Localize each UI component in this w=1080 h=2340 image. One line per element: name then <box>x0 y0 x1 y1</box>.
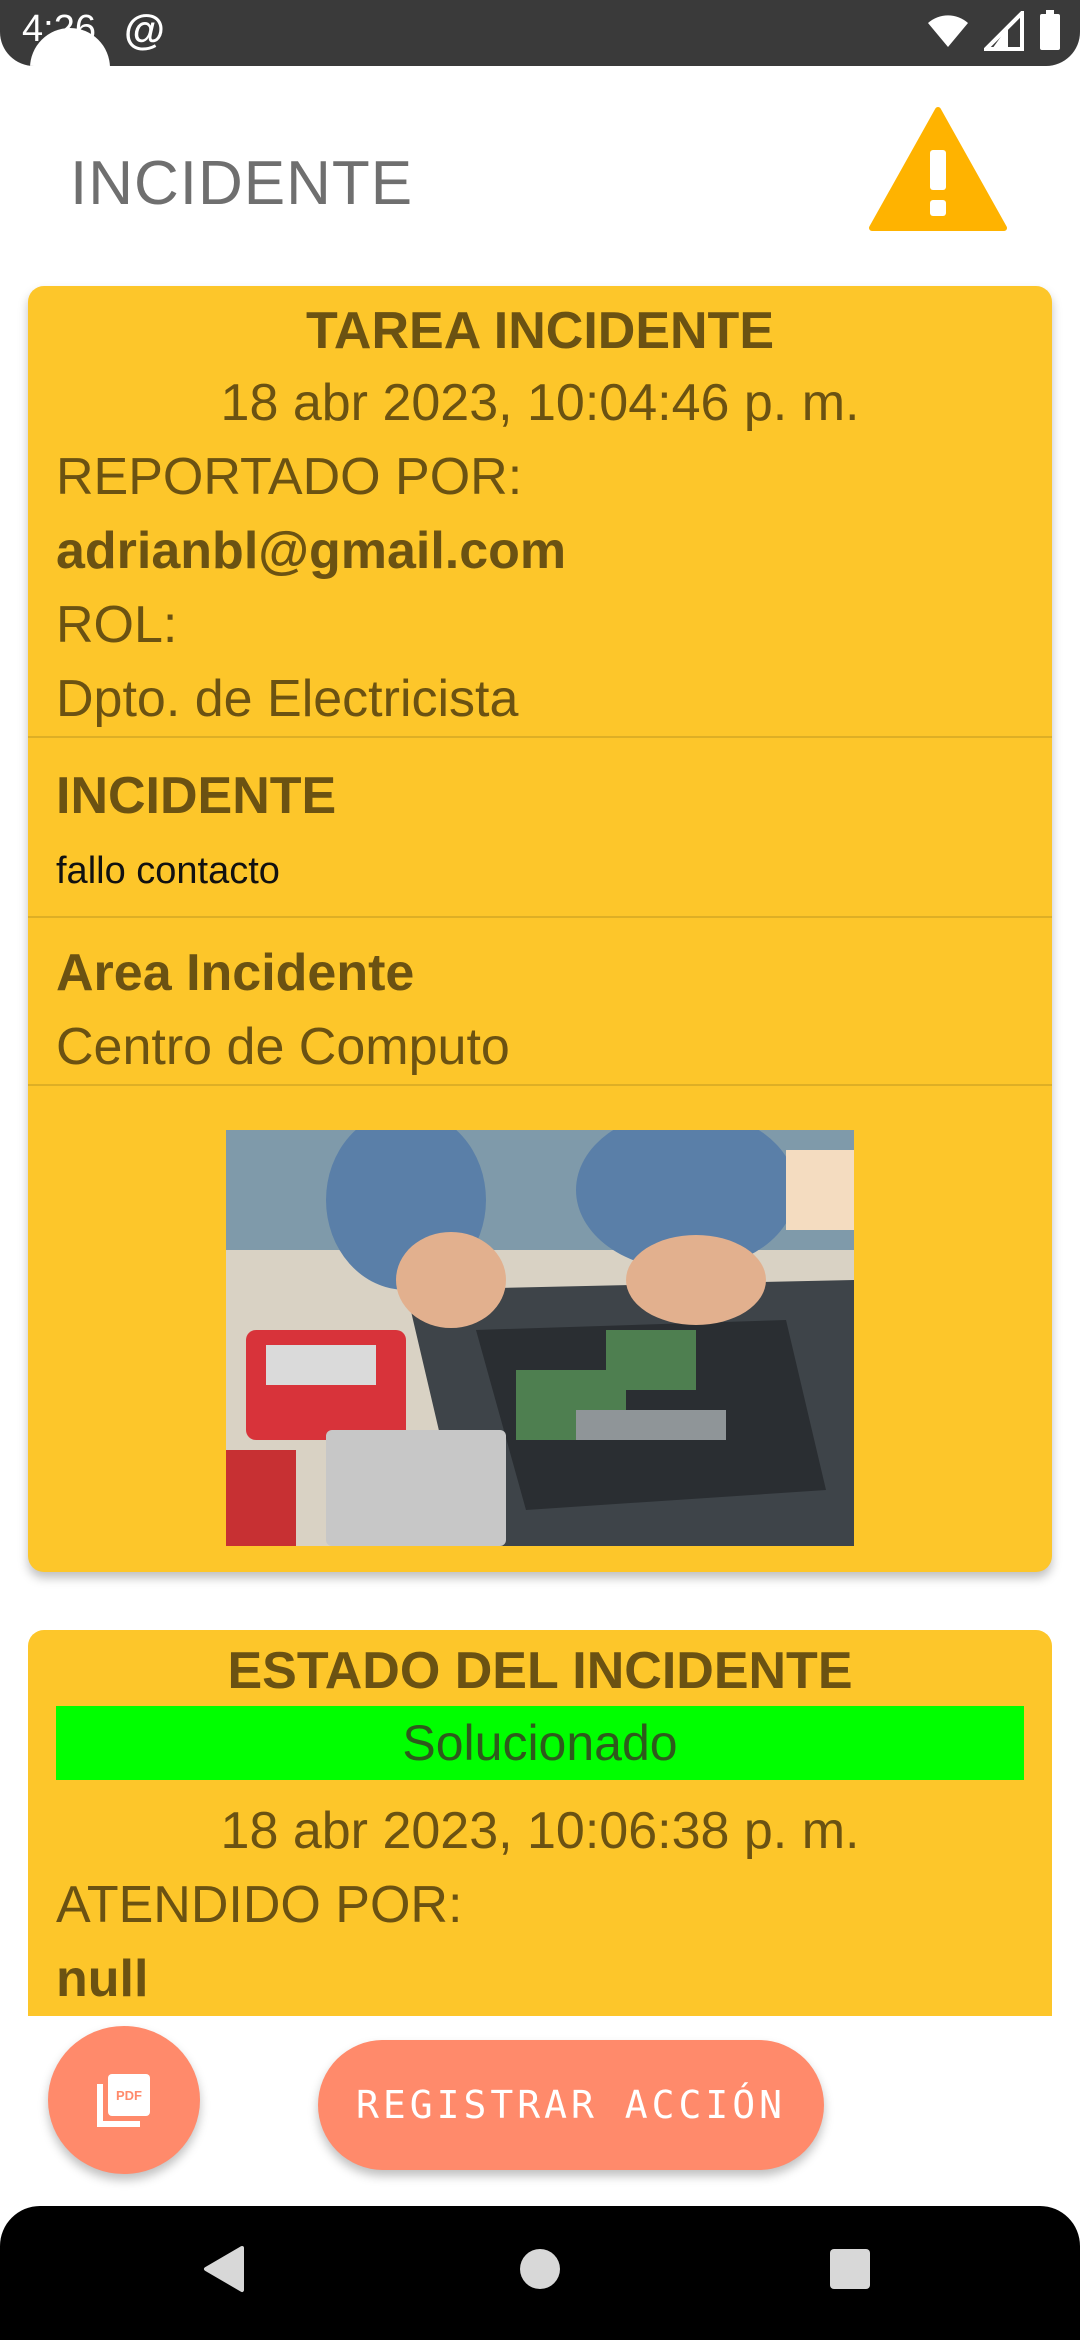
svg-text:PDF: PDF <box>116 2088 142 2103</box>
status-card-header: ESTADO DEL INCIDENTE <box>227 1642 853 1700</box>
app-bar: INCIDENTE <box>0 66 1080 296</box>
area-label: Area Incidente <box>56 944 415 1002</box>
register-action-button[interactable]: REGISTRAR ACCIÓN <box>318 2040 824 2170</box>
area-value: Centro de Computo <box>56 1018 510 1076</box>
warning-icon <box>869 107 1007 231</box>
status-card: ESTADO DEL INCIDENTE Solucionado 18 abr … <box>28 1630 1052 2050</box>
attended-datetime: 18 abr 2023, 10:06:38 p. m. <box>220 1802 860 1860</box>
reported-datetime: 18 abr 2023, 10:04:46 p. m. <box>220 374 860 432</box>
incident-description: fallo contacto <box>56 850 280 892</box>
signal-icon <box>984 11 1024 51</box>
battery-icon <box>1040 10 1060 50</box>
pdf-button[interactable]: PDF <box>48 2026 200 2174</box>
laptop-repair-image <box>226 1130 854 1546</box>
pdf-icon: PDF <box>97 2074 150 2127</box>
status-bar: 4:26 @ <box>0 0 1080 66</box>
status-badge: Solucionado <box>56 1706 1024 1780</box>
at-sign-icon: @ <box>124 6 165 53</box>
divider <box>28 736 1052 738</box>
reported-by-label: REPORTADO POR: <box>56 448 523 506</box>
incident-photo[interactable] <box>226 1130 854 1546</box>
home-icon[interactable] <box>518 2244 562 2294</box>
system-icons <box>926 10 1062 52</box>
role-value: Dpto. de Electricista <box>56 670 519 728</box>
incident-card: TAREA INCIDENTE 18 abr 2023, 10:04:46 p.… <box>28 286 1052 1572</box>
back-icon[interactable] <box>202 2244 246 2294</box>
role-label: ROL: <box>56 596 178 654</box>
attended-by-label: ATENDIDO POR: <box>56 1876 463 1934</box>
wifi-icon <box>928 15 968 47</box>
attended-by-value: null <box>56 1950 149 2008</box>
incident-card-header: TAREA INCIDENTE <box>306 302 774 360</box>
recents-icon[interactable] <box>828 2244 872 2294</box>
divider <box>28 1084 1052 1086</box>
divider <box>28 916 1052 918</box>
navigation-bar <box>0 2206 1080 2340</box>
incident-label: INCIDENTE <box>56 767 337 825</box>
page-title: INCIDENTE <box>70 149 414 218</box>
reported-by-email: adrianbl@gmail.com <box>56 522 567 580</box>
